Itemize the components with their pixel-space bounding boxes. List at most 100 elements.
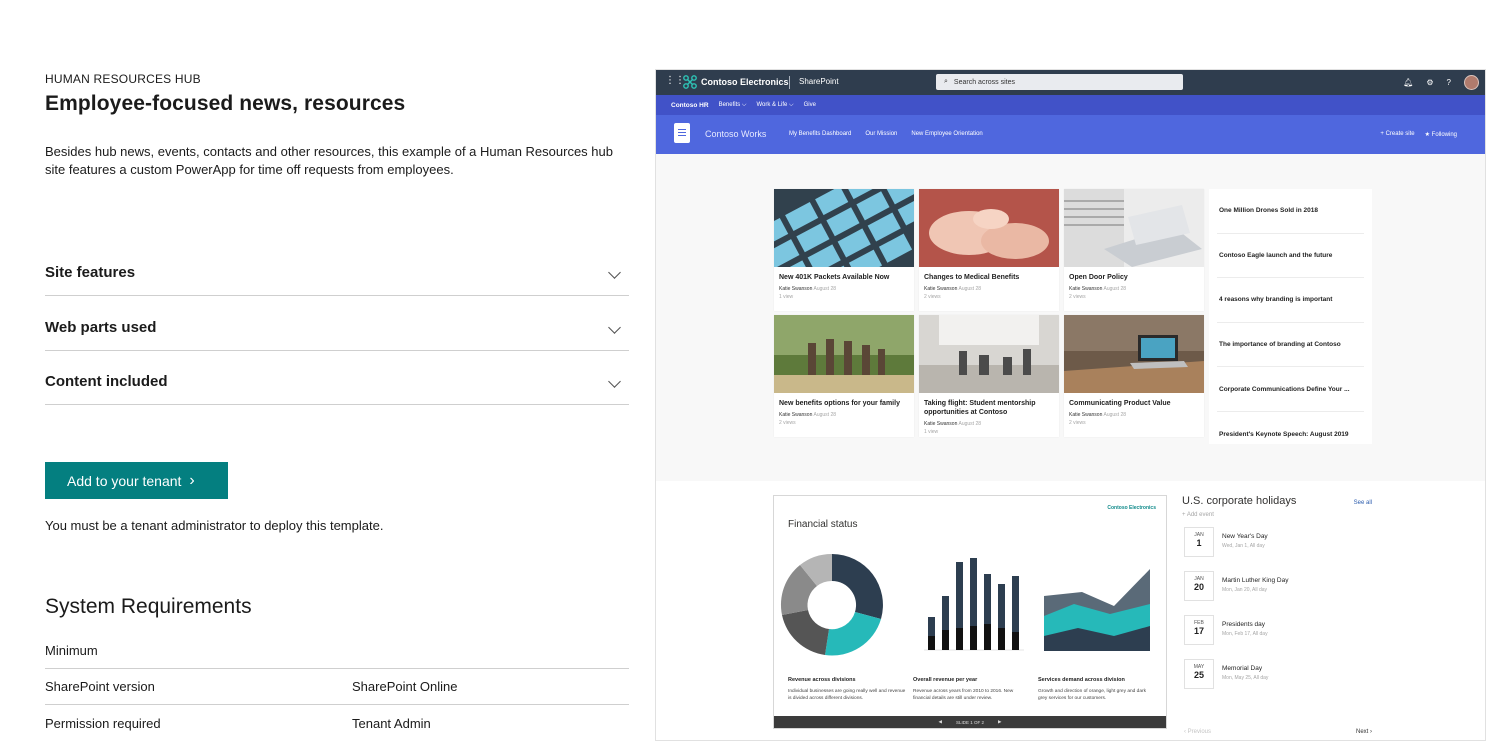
news-card: Changes to Medical Benefits Katie Swanso… bbox=[919, 189, 1059, 311]
list-item: President's Keynote Speech: August 2019 bbox=[1219, 430, 1349, 438]
news-title: Open Door Policy bbox=[1069, 274, 1128, 281]
search-icon: ⌕ bbox=[944, 78, 948, 85]
news-author: Katie Swanson August 28 bbox=[779, 412, 837, 418]
brand: Contoso Electronics bbox=[683, 75, 789, 89]
chevron-down-icon[interactable] bbox=[608, 375, 621, 388]
news-views: 2 views bbox=[1069, 420, 1086, 426]
template-details: HUMAN RESOURCES HUB Employee-focused new… bbox=[45, 70, 629, 741]
table-row: Minimum bbox=[45, 632, 629, 669]
news-title: Communicating Product Value bbox=[1069, 400, 1171, 407]
avatar bbox=[1464, 75, 1479, 90]
page-title: Employee-focused news, resources bbox=[45, 92, 406, 115]
list-item: One Million Drones Sold in 2018 bbox=[1217, 189, 1364, 234]
hub-nav-item: Give bbox=[803, 102, 816, 108]
holidays-webpart: U.S. corporate holidays See all + Add ev… bbox=[1182, 495, 1374, 735]
list-item: The importance of branding at Contoso bbox=[1217, 323, 1364, 368]
site-logo-icon bbox=[674, 123, 690, 143]
news-image bbox=[774, 315, 914, 393]
search-box: ⌕ Search across sites bbox=[936, 74, 1183, 90]
next-link: Next › bbox=[1355, 729, 1372, 735]
app-name: SharePoint bbox=[799, 77, 839, 86]
news-image bbox=[1064, 315, 1204, 393]
site-link: My Benefits Dashboard bbox=[789, 131, 852, 137]
list-item: Contoso Eagle launch and the future bbox=[1217, 234, 1364, 279]
req-value: Tenant Admin bbox=[352, 715, 431, 731]
bell-icon: 🔔︎ bbox=[1403, 78, 1414, 87]
event-time: Mon, Feb 17, All day bbox=[1222, 631, 1268, 637]
hub-name: Contoso HR bbox=[671, 101, 709, 109]
area-chart bbox=[1044, 569, 1150, 651]
table-row: SharePoint version SharePoint Online bbox=[45, 669, 629, 705]
news-image-art bbox=[1064, 315, 1204, 393]
hub-nav-item: Benefits ⌵ bbox=[718, 101, 747, 108]
site-link: Our Mission bbox=[865, 131, 898, 137]
news-author: Katie Swanson August 28 bbox=[779, 286, 837, 292]
accordion-label: Site features bbox=[45, 264, 136, 281]
date-badge: FEB 17 bbox=[1184, 615, 1214, 645]
donut-chart bbox=[780, 553, 883, 656]
system-requirements-title: System Requirements bbox=[45, 595, 252, 618]
news-image bbox=[774, 189, 914, 267]
site-links: My Benefits Dashboard Our Mission New Em… bbox=[789, 131, 983, 137]
event-name: New Year's Day bbox=[1222, 533, 1268, 540]
hub-nav: Contoso HR Benefits ⌵ Work & Life ⌵ Give bbox=[656, 95, 1485, 115]
chevron-down-icon[interactable] bbox=[608, 320, 621, 334]
news-image-art bbox=[1064, 189, 1204, 267]
accordion-site-features[interactable]: Site features bbox=[45, 253, 629, 296]
add-to-tenant-button[interactable]: Add to your tenant › bbox=[45, 462, 228, 499]
site-preview-image: ⋮⋮ Contoso Electronics SharePoint ⌕ Sear… bbox=[655, 69, 1486, 741]
accordion-web-parts-used[interactable]: Web parts used bbox=[45, 296, 629, 351]
event-time: Mon, May 25, All day bbox=[1222, 675, 1269, 681]
help-icon: ? bbox=[1446, 78, 1451, 87]
following-link: ★ Following bbox=[1424, 132, 1457, 138]
list-item: Corporate Communications Define Your ... bbox=[1217, 367, 1364, 412]
next-slide-icon: ▶ bbox=[998, 719, 1002, 724]
accordion-content-included[interactable]: Content included bbox=[45, 351, 629, 405]
news-card: New benefits options for your family Kat… bbox=[774, 315, 914, 437]
news-views: 2 views bbox=[1069, 294, 1086, 300]
see-all-link: See all bbox=[1353, 500, 1372, 506]
bar-chart bbox=[924, 558, 1024, 651]
list-item: FEB 17 Presidents day Mon, Feb 17, All da… bbox=[1182, 606, 1374, 650]
list-item: JAN 20 Martin Luther King Day Mon, Jan 20… bbox=[1182, 562, 1374, 606]
previous-link: ‹ Previous bbox=[1184, 729, 1212, 735]
event-name: Memorial Day bbox=[1222, 665, 1263, 672]
news-image bbox=[919, 315, 1059, 393]
news-title: New 401K Packets Available Now bbox=[779, 274, 890, 281]
news-author: Katie Swanson August 28 bbox=[924, 286, 982, 292]
eyebrow: HUMAN RESOURCES HUB bbox=[45, 72, 201, 86]
financial-caption: Revenue across divisions Individual busi… bbox=[788, 677, 906, 701]
news-card: Taking flight: Student mentorship opport… bbox=[919, 315, 1059, 437]
site-title: Contoso Works bbox=[705, 129, 767, 139]
headlines-list: One Million Drones Sold in 2018 Contoso … bbox=[1209, 189, 1372, 444]
slide-counter: SLIDE 1 OF 2 bbox=[955, 719, 984, 725]
chevron-right-icon: › bbox=[189, 471, 195, 489]
app-launcher-icon: ⋮⋮ bbox=[665, 75, 685, 86]
news-author: Katie Swanson August 28 bbox=[1069, 412, 1127, 418]
financial-status-slide: Financial status Contoso Electronics Rev… bbox=[773, 495, 1167, 729]
news-title: New benefits options for your family bbox=[779, 400, 900, 407]
requirements-table: Minimum SharePoint version SharePoint On… bbox=[45, 632, 629, 741]
brand-name: Contoso Electronics bbox=[701, 77, 789, 87]
search-placeholder: Search across sites bbox=[953, 78, 1016, 86]
news-image bbox=[1064, 189, 1204, 267]
list-item: JAN 1 New Year's Day Wed, Jan 1, All day bbox=[1182, 518, 1374, 562]
news-section: New 401K Packets Available Now Katie Swa… bbox=[656, 154, 1485, 481]
date-badge: JAN 20 bbox=[1184, 571, 1214, 601]
admin-note: You must be a tenant administrator to de… bbox=[45, 518, 384, 533]
chevron-down-icon[interactable] bbox=[608, 266, 621, 279]
news-image-art bbox=[774, 315, 914, 393]
financial-caption: Services demand across division Growth a… bbox=[1038, 677, 1146, 701]
date-badge: JAN 1 bbox=[1184, 527, 1214, 557]
req-label: SharePoint version bbox=[45, 679, 155, 694]
news-image-art bbox=[774, 189, 914, 267]
accordion-label: Web parts used bbox=[45, 318, 157, 336]
news-image bbox=[919, 189, 1059, 267]
news-grid: New 401K Packets Available Now Katie Swa… bbox=[774, 189, 1206, 437]
divider bbox=[789, 76, 790, 89]
holidays-title: U.S. corporate holidays bbox=[1182, 495, 1297, 507]
news-image-art bbox=[919, 315, 1059, 393]
lower-section: Financial status Contoso Electronics Rev… bbox=[656, 481, 1485, 740]
prev-slide-icon: ◀ bbox=[938, 719, 942, 724]
suite-bar: ⋮⋮ Contoso Electronics SharePoint ⌕ Sear… bbox=[656, 70, 1485, 95]
